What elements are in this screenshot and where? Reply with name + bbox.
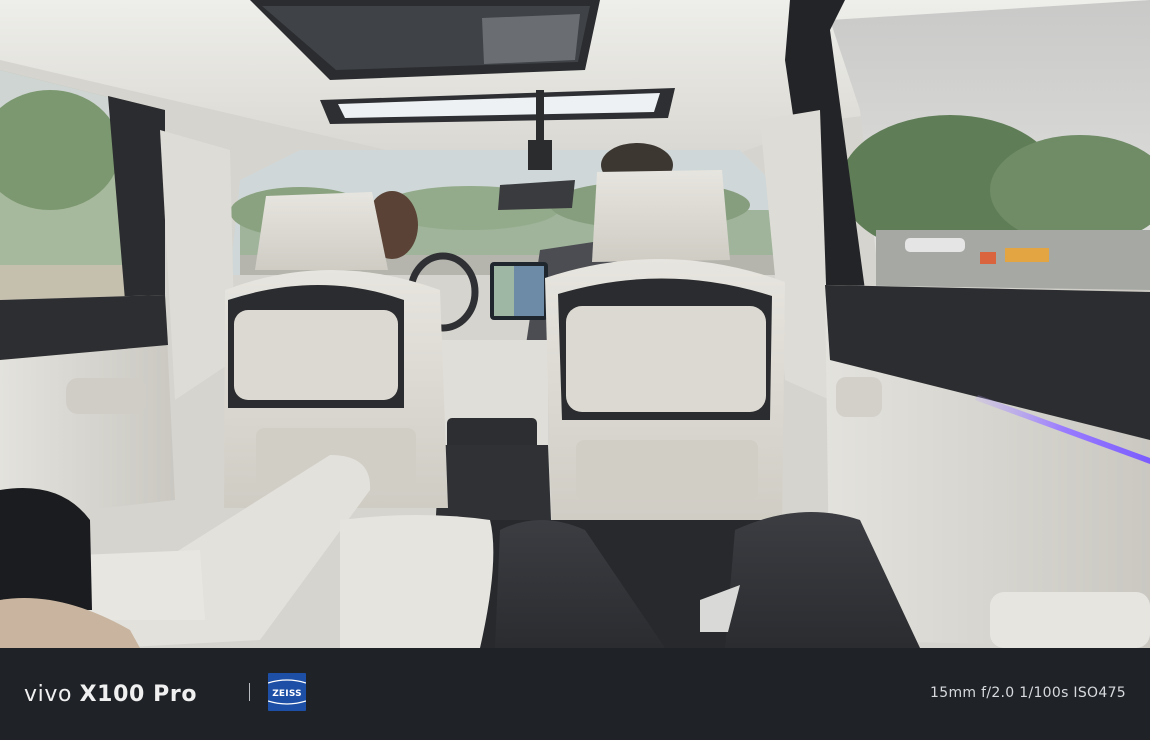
camera-brand: vivo X100 Pro: [24, 682, 197, 707]
car-interior-photo: [0, 0, 1150, 648]
zeiss-logo: ZEISS: [268, 673, 306, 711]
photo-frame: vivo X100 Pro ZEISS 15mm f/2.0 1/100s IS…: [0, 0, 1150, 740]
svg-text:ZEISS: ZEISS: [272, 689, 302, 699]
exif-info: 15mm f/2.0 1/100s ISO475: [930, 685, 1126, 701]
brand-name: vivo: [24, 682, 73, 707]
watermark-divider: [249, 683, 250, 701]
camera-watermark-bar: vivo X100 Pro ZEISS 15mm f/2.0 1/100s IS…: [0, 648, 1150, 740]
model-name: X100 Pro: [79, 682, 198, 707]
